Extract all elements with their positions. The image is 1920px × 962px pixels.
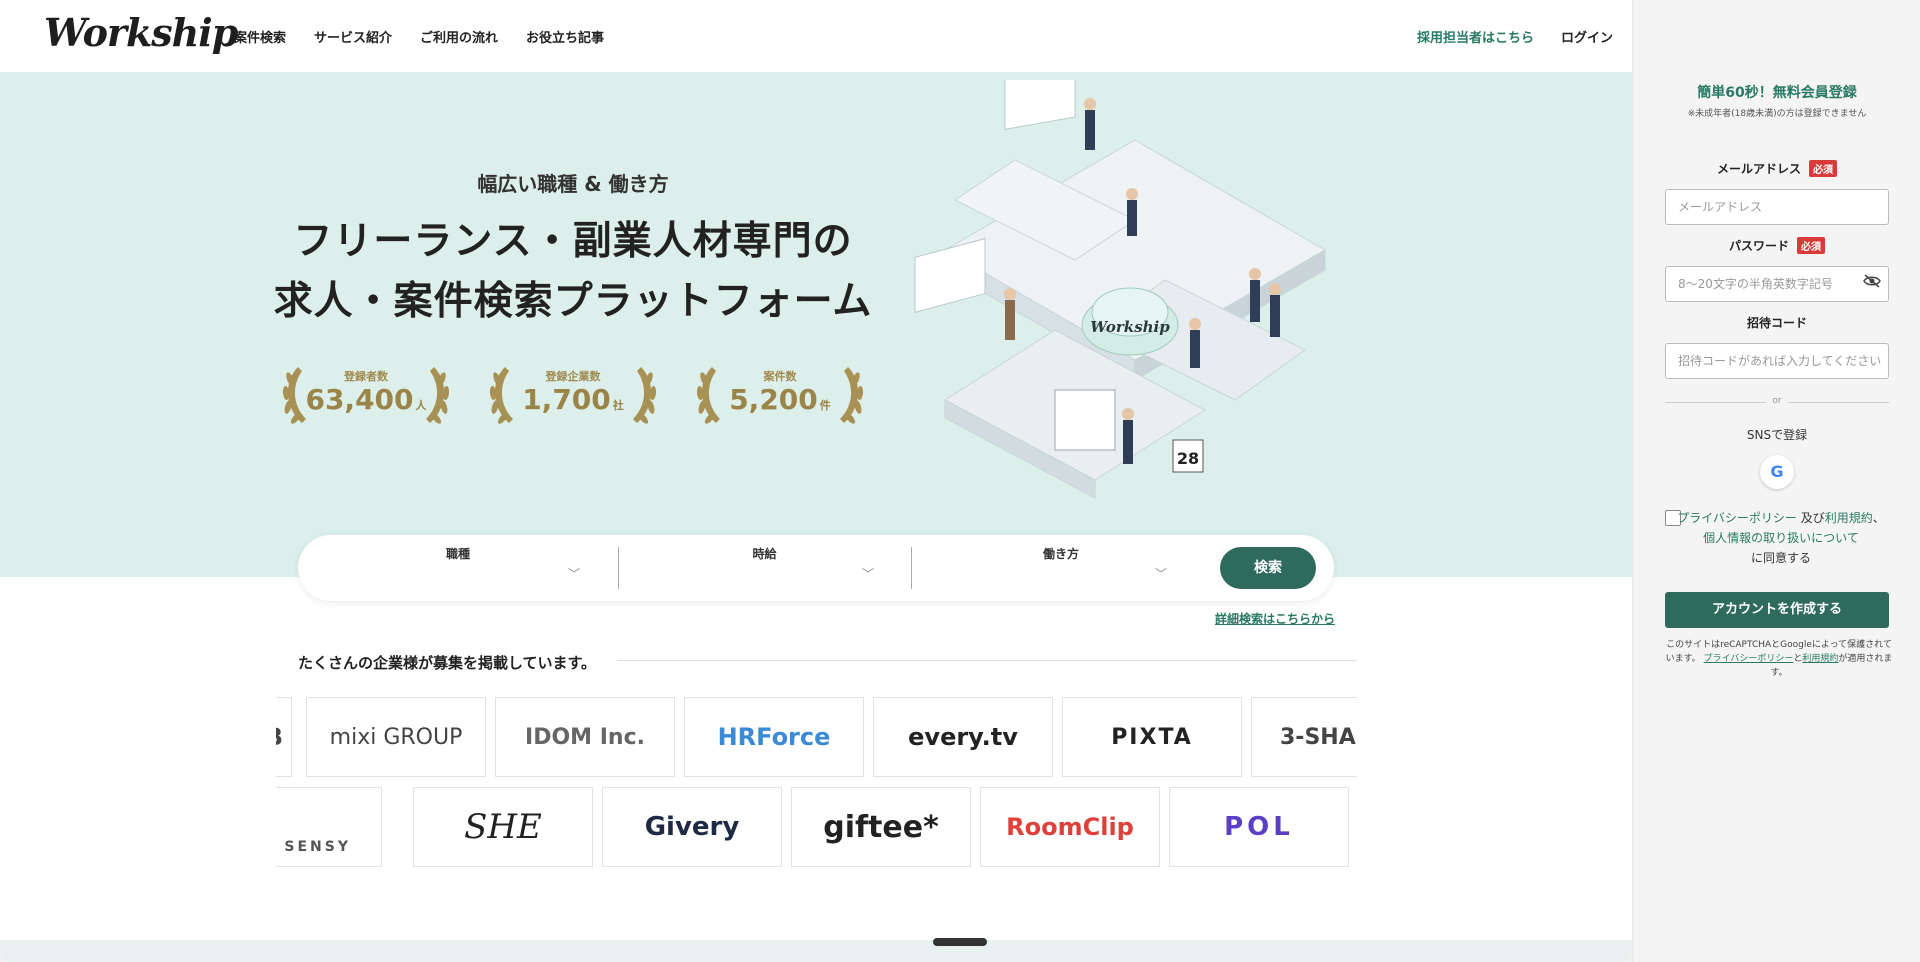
- stat-companies: 登録企業数 1,700 社: [483, 357, 663, 429]
- work-style-label: 働き方: [1042, 547, 1079, 561]
- company-logo: IDOM Inc.: [495, 697, 675, 777]
- eye-slash-icon[interactable]: [1863, 274, 1881, 292]
- hero-subtitle: 幅広い職種 & 働き方: [477, 172, 669, 196]
- recruiter-link[interactable]: 採用担当者はこちら: [1417, 27, 1534, 46]
- company-logo: mixi GROUP: [306, 697, 486, 777]
- hero-title-line1: フリーランス・副業人材専門の: [293, 219, 853, 264]
- company-logo: giftee*: [791, 787, 971, 867]
- invite-code-field[interactable]: 招待コードがあれば入力してください: [1665, 343, 1889, 379]
- company-logo: SENSY: [276, 787, 382, 867]
- signup-panel: 簡単60秒！無料会員登録 ※未成年者(18歳未満)の方は登録できません メールア…: [1632, 0, 1920, 962]
- stats: 登録者数 63,400 人 登録企業数 1,700 社 案件数 5,200 件: [276, 357, 870, 429]
- nav-articles[interactable]: お役立ち記事: [526, 27, 604, 46]
- privacy-policy-link[interactable]: プライバシーポリシー: [1677, 511, 1797, 525]
- signup-title: 簡単60秒！無料会員登録: [1697, 85, 1857, 101]
- illustration-sign: Workship: [1090, 318, 1170, 336]
- required-badge: 必須: [1809, 160, 1837, 177]
- legal-privacy-link[interactable]: プライバシーポリシー: [1704, 654, 1794, 664]
- logo[interactable]: Workship: [44, 10, 238, 55]
- create-account-button[interactable]: アカウントを作成する: [1665, 592, 1889, 628]
- signup-note: ※未成年者(18歳未満)の方は登録できません: [1687, 109, 1867, 119]
- password-label: パスワード 必須: [1633, 237, 1920, 254]
- sns-label: SNSで登録: [1746, 428, 1808, 442]
- company-logos: B mixi GROUP IDOM Inc. HRForce every.tv …: [276, 697, 1357, 867]
- main-nav: 案件検索 サービス紹介 ご利用の流れ お役立ち記事: [234, 27, 604, 46]
- company-logo: HRForce: [684, 697, 864, 777]
- google-signup-button[interactable]: G: [1760, 455, 1794, 489]
- chevron-down-icon: ﹀: [1155, 567, 1168, 581]
- email-label: メールアドレス 必須: [1633, 160, 1920, 177]
- divider: [617, 660, 1357, 661]
- hourly-wage-select[interactable]: 時給 ﹀: [618, 535, 911, 601]
- work-style-select[interactable]: 働き方 ﹀: [911, 535, 1211, 601]
- company-logo: B: [276, 697, 292, 777]
- personal-info-link[interactable]: 個人情報の取り扱いについて: [1703, 531, 1859, 545]
- chevron-down-icon: ﹀: [568, 567, 581, 581]
- advanced-search-link[interactable]: 詳細検索はこちらから: [1215, 610, 1335, 627]
- chevron-down-icon: ﹀: [862, 567, 875, 581]
- hero-title-line2: 求人・案件検索プラットフォーム: [273, 279, 873, 324]
- stat-registrants: 登録者数 63,400 人: [276, 357, 456, 429]
- stat-value: 5,200 件: [729, 383, 831, 416]
- password-field[interactable]: 8〜20文字の半角英数字記号: [1665, 266, 1889, 302]
- company-logo: RoomClip: [980, 787, 1160, 867]
- nav-flow[interactable]: ご利用の流れ: [420, 27, 498, 46]
- nav-job-search[interactable]: 案件検索: [234, 27, 286, 46]
- legal-terms-link[interactable]: 利用規約: [1802, 654, 1838, 664]
- company-logo: every.tv: [873, 697, 1053, 777]
- or-separator: or: [1633, 396, 1920, 406]
- stat-value: 1,700 社: [522, 383, 624, 416]
- job-type-label: 職種: [445, 547, 470, 561]
- invite-code-label: 招待コード: [1746, 316, 1807, 330]
- job-type-select[interactable]: 職種 ﹀: [298, 535, 618, 601]
- agreement-text: プライバシーポリシー 及び利用規約、 個人情報の取り扱いについて に同意する: [1677, 511, 1885, 565]
- company-logo: SHE: [413, 787, 593, 867]
- calendar-day: 28: [1177, 449, 1199, 468]
- stat-label: 登録企業数: [545, 370, 601, 383]
- login-link[interactable]: ログイン: [1561, 27, 1613, 46]
- nav-service[interactable]: サービス紹介: [314, 27, 392, 46]
- company-logo: 3-SHA: [1251, 697, 1357, 777]
- hero-section: 幅広い職種 & 働き方 フリーランス・副業人材専門の 求人・案件検索プラットフォ…: [0, 72, 1632, 577]
- stat-label: 案件数: [763, 370, 797, 383]
- company-logo: POL: [1169, 787, 1349, 867]
- isometric-illustration: Workship 28: [914, 80, 1326, 499]
- main-page: Workship 案件検索 サービス紹介 ご利用の流れ お役立ち記事 採用担当者…: [0, 0, 1632, 962]
- stat-label: 登録者数: [344, 370, 388, 383]
- recaptcha-notice: このサイトはreCAPTCHAとGoogleによって保護されています。 プライバ…: [1665, 640, 1893, 678]
- google-icon: G: [1770, 462, 1784, 481]
- stat-value: 63,400 人: [305, 383, 427, 416]
- next-section: [0, 940, 1632, 962]
- terms-link[interactable]: 利用規約: [1825, 511, 1873, 525]
- site-header: Workship 案件検索 サービス紹介 ご利用の流れ お役立ち記事 採用担当者…: [0, 0, 1632, 72]
- stat-jobs: 案件数 5,200 件: [690, 357, 870, 429]
- scroll-indicator[interactable]: [933, 938, 987, 946]
- required-badge: 必須: [1797, 237, 1825, 254]
- search-button[interactable]: 検索: [1220, 547, 1316, 589]
- company-logo: PIXTA: [1062, 697, 1242, 777]
- hero-title: フリーランス・副業人材専門の 求人・案件検索プラットフォーム: [270, 212, 876, 332]
- companies-heading: たくさんの企業様が募集を掲載しています。: [298, 654, 597, 672]
- search-bar: 職種 ﹀ 時給 ﹀ 働き方 ﹀ 検索: [298, 535, 1334, 601]
- company-logo: Givery: [602, 787, 782, 867]
- hourly-wage-label: 時給: [752, 547, 777, 561]
- email-field[interactable]: メールアドレス: [1665, 189, 1889, 225]
